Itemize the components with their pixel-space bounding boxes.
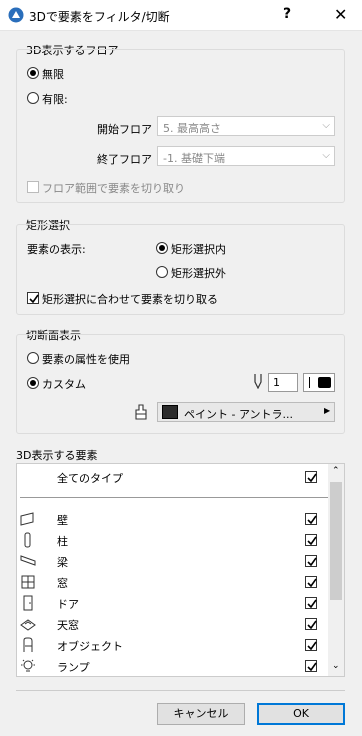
chevron-right-icon: ▶ — [324, 406, 331, 415]
wall-icon — [20, 512, 34, 526]
fill-label: ペイント - アントラ... — [184, 408, 294, 421]
close-button[interactable]: ✕ — [334, 5, 347, 24]
checkmark-icon — [307, 578, 317, 588]
start-floor-value: 5. 最高高さ — [163, 122, 221, 135]
chevron-down-icon: ⌵ — [322, 150, 330, 161]
checkmark-icon — [307, 641, 317, 651]
beam-icon — [20, 555, 36, 566]
list-item-label: オブジェクト — [57, 640, 123, 653]
beam-checkbox[interactable] — [305, 555, 317, 567]
outside-radio[interactable] — [156, 266, 168, 278]
pen-color-swatch — [318, 377, 331, 388]
list-scrollbar[interactable]: ⌃ ⌄ — [328, 464, 344, 676]
custom-label: カスタム — [42, 378, 86, 391]
chevron-down-icon: ⌵ — [322, 120, 330, 131]
window-icon — [21, 575, 35, 589]
list-item-object[interactable]: オブジェクト — [17, 635, 329, 656]
footer-divider — [16, 690, 345, 691]
start-floor-label: 開始フロア — [97, 123, 152, 136]
list-item-wall[interactable]: 壁 — [17, 509, 329, 530]
use-attributes-label: 要素の属性を使用 — [42, 353, 130, 366]
skylight-checkbox[interactable] — [305, 618, 317, 630]
list-item-label: ランプ — [57, 661, 90, 674]
fill-icon — [135, 404, 147, 420]
list-item-label: 窓 — [57, 577, 68, 590]
list-divider — [20, 497, 328, 498]
inside-label: 矩形選択内 — [171, 243, 226, 256]
lamp-checkbox[interactable] — [305, 660, 317, 672]
list-item-all-types[interactable]: 全てのタイプ — [17, 467, 329, 488]
list-item-label: 柱 — [57, 535, 68, 548]
marquee-cut-checkbox[interactable] — [27, 292, 39, 304]
all-types-checkbox[interactable] — [305, 471, 317, 483]
fill-swatch — [162, 405, 178, 419]
object-checkbox[interactable] — [305, 639, 317, 651]
list-item-lamp[interactable]: ランプ — [17, 656, 329, 676]
checkmark-icon — [307, 536, 317, 546]
list-item-label: 梁 — [57, 556, 68, 569]
app-icon — [8, 7, 24, 23]
use-attributes-radio[interactable] — [27, 352, 39, 364]
checkmark-icon — [29, 294, 39, 304]
checkmark-icon — [307, 515, 317, 525]
inside-radio[interactable] — [156, 242, 168, 254]
window-title: 3Dで要素をフィルタ/切断 — [29, 10, 170, 24]
list-item-door[interactable]: ドア — [17, 593, 329, 614]
checkmark-icon — [307, 557, 317, 567]
outside-label: 矩形選択外 — [171, 267, 226, 280]
wall-checkbox[interactable] — [305, 513, 317, 525]
lamp-icon — [21, 659, 35, 672]
list-item-label: 壁 — [57, 514, 68, 527]
end-floor-label: 終了フロア — [97, 153, 152, 166]
list-item-window[interactable]: 窓 — [17, 572, 329, 593]
list-item-label: 天窓 — [57, 619, 79, 632]
ok-button[interactable]: OK — [257, 703, 345, 725]
checkmark-icon — [307, 662, 317, 672]
list-item-column[interactable]: 柱 — [17, 530, 329, 551]
cut-by-floor-checkbox[interactable] — [27, 181, 39, 193]
list-item-beam[interactable]: 梁 — [17, 551, 329, 572]
custom-radio[interactable] — [27, 377, 39, 389]
marquee-cut-label: 矩形選択に合わせて要素を切り取る — [42, 293, 218, 306]
pen-value: 1 — [273, 376, 280, 389]
end-floor-select[interactable]: -1. 基礎下端 ⌵ — [157, 146, 335, 166]
column-icon — [24, 532, 31, 548]
pen-color-button[interactable] — [303, 373, 335, 392]
checkmark-icon — [307, 599, 317, 609]
fill-select[interactable]: ペイント - アントラ... ▶ — [157, 402, 335, 422]
elements-section-title: 3D表示する要素 — [16, 449, 98, 462]
display-label: 要素の表示: — [27, 243, 86, 256]
object-icon — [23, 637, 33, 652]
help-button[interactable]: ? — [283, 6, 291, 22]
list-item-label: ドア — [57, 598, 79, 611]
elements-list: 全てのタイプ 壁 柱 梁 窓 ドア 天窓 オブジェクト ランプ ⌃ ⌄ — [16, 463, 345, 677]
limited-label: 有限: — [42, 93, 68, 106]
door-checkbox[interactable] — [305, 597, 317, 609]
unlimited-label: 無限 — [42, 68, 64, 81]
door-icon — [23, 595, 33, 611]
checkmark-icon — [307, 473, 317, 483]
limited-radio[interactable] — [27, 92, 39, 104]
skylight-icon — [20, 619, 36, 631]
scrollbar-thumb[interactable] — [330, 482, 342, 600]
start-floor-select[interactable]: 5. 最高高さ ⌵ — [157, 116, 335, 136]
scroll-down-icon[interactable]: ⌄ — [332, 661, 340, 671]
title-bar: 3Dで要素をフィルタ/切断 ? ✕ — [0, 0, 362, 31]
column-checkbox[interactable] — [305, 534, 317, 546]
unlimited-radio[interactable] — [27, 67, 39, 79]
window-checkbox[interactable] — [305, 576, 317, 588]
cut-by-floor-label: フロア範囲で要素を切り取り — [42, 182, 185, 195]
all-types-label: 全てのタイプ — [57, 472, 123, 485]
end-floor-value: -1. 基礎下端 — [163, 152, 225, 165]
cancel-button[interactable]: キャンセル — [157, 703, 245, 725]
list-item-skylight[interactable]: 天窓 — [17, 614, 329, 635]
pen-field[interactable]: 1 — [268, 373, 298, 392]
checkmark-icon — [307, 620, 317, 630]
scroll-up-icon[interactable]: ⌃ — [332, 466, 340, 476]
pen-icon — [254, 374, 262, 389]
